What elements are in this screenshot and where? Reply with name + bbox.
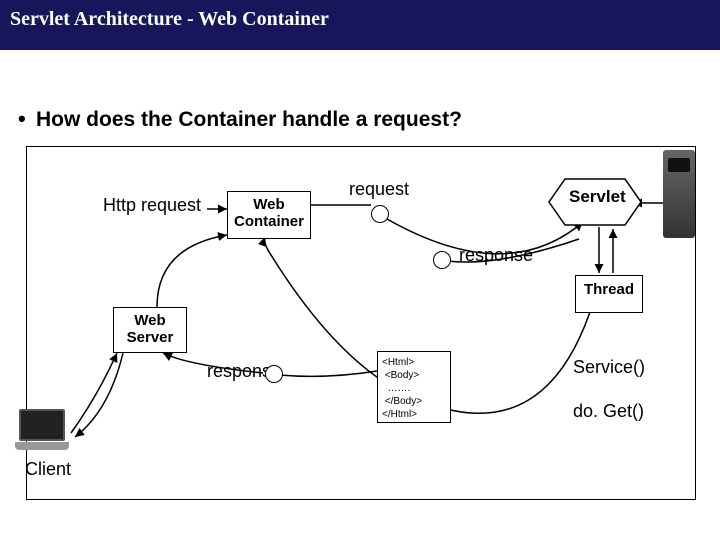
box-web-server: Web Server [113, 307, 187, 353]
client-laptop-icon [13, 409, 71, 453]
slide-title-bar: Servlet Architecture - Web Container [0, 0, 720, 50]
box-web-container: Web Container [227, 191, 311, 239]
label-service: Service() [573, 357, 645, 378]
slide-title: Servlet Architecture - Web Container [10, 8, 329, 30]
node-response-top-icon [433, 251, 451, 269]
label-http-request: Http request [103, 195, 201, 216]
node-request-icon [371, 205, 389, 223]
box-html-snippet: <Html> <Body> ……. </Body> </Html> [377, 351, 451, 423]
server-rack-icon [663, 150, 695, 238]
label-servlet: Servlet [569, 187, 626, 207]
bullet-question: How does the Container handle a request? [36, 108, 462, 132]
node-response-bottom-icon [265, 365, 283, 383]
diagram-frame: Http request Web Container request respo… [26, 146, 696, 500]
label-doget: do. Get() [573, 401, 644, 422]
label-client: Client [25, 459, 71, 480]
label-response-top: response [459, 245, 533, 266]
box-thread: Thread [575, 275, 643, 313]
label-request: request [349, 179, 409, 200]
